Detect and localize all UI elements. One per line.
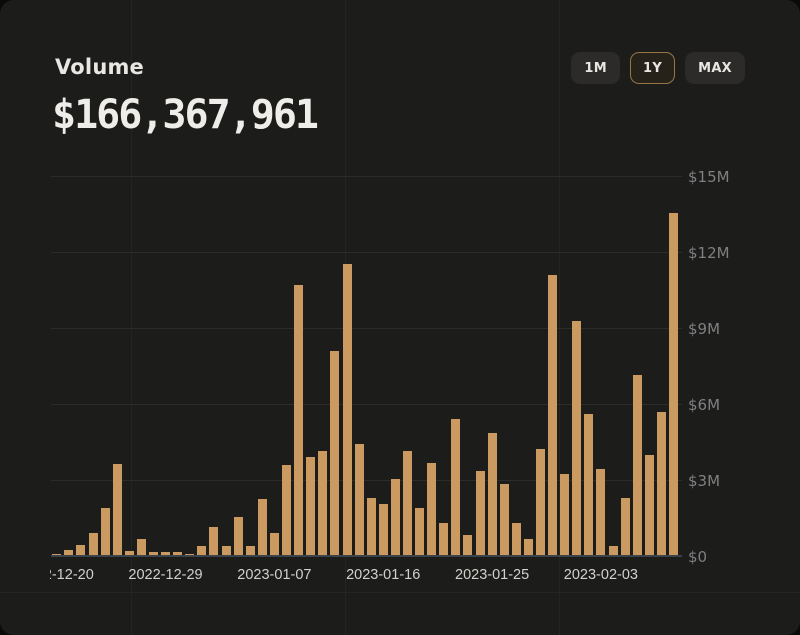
y-axis-label: $3M xyxy=(688,472,720,490)
volume-bar[interactable] xyxy=(113,464,122,555)
range-button-1y[interactable]: 1Y xyxy=(630,52,675,84)
volume-bar[interactable] xyxy=(427,463,436,555)
volume-bar[interactable] xyxy=(488,433,497,555)
volume-bar[interactable] xyxy=(560,474,569,555)
volume-bar[interactable] xyxy=(125,551,134,555)
volume-bar[interactable] xyxy=(391,479,400,555)
volume-bar[interactable] xyxy=(234,517,243,555)
volume-bar[interactable] xyxy=(572,321,581,555)
volume-bar[interactable] xyxy=(439,523,448,555)
y-axis-label: $12M xyxy=(688,244,730,262)
h-gridline xyxy=(51,328,682,329)
volume-bar[interactable] xyxy=(584,414,593,555)
y-axis-label: $9M xyxy=(688,320,720,338)
x-axis-label: 2023-01-16 xyxy=(346,567,420,583)
volume-bar[interactable] xyxy=(161,552,170,555)
volume-bar[interactable] xyxy=(282,465,291,555)
h-gridline xyxy=(51,176,682,177)
volume-card: Volume $166,367,961 1M 1Y MAX $0 $3M $6M $9… xyxy=(0,0,800,635)
volume-bar[interactable] xyxy=(76,545,85,555)
volume-bar[interactable] xyxy=(64,550,73,555)
volume-bar[interactable] xyxy=(669,213,678,555)
volume-bar[interactable] xyxy=(89,533,98,555)
volume-bar[interactable] xyxy=(185,554,194,555)
volume-bar[interactable] xyxy=(536,449,545,555)
volume-bar[interactable] xyxy=(306,457,315,555)
x-axis-label: 2023-02-03 xyxy=(564,567,638,583)
volume-bar[interactable] xyxy=(258,499,267,555)
volume-bar[interactable] xyxy=(270,533,279,555)
volume-bar[interactable] xyxy=(403,451,412,555)
y-axis-label: $6M xyxy=(688,396,720,414)
volume-bar[interactable] xyxy=(209,527,218,555)
range-button-1m[interactable]: 1M xyxy=(571,52,620,84)
volume-bar[interactable] xyxy=(596,469,605,555)
h-gridline xyxy=(51,252,682,253)
volume-bar-chart[interactable]: $0 $3M $6M $9M $12M $15M 2022-12-20 2022-12-29 2… xyxy=(50,160,760,600)
volume-bar[interactable] xyxy=(451,419,460,555)
volume-bar[interactable] xyxy=(379,504,388,555)
volume-bar[interactable] xyxy=(137,539,146,555)
volume-bar[interactable] xyxy=(609,546,618,555)
volume-bar[interactable] xyxy=(330,351,339,555)
y-axis-label: $15M xyxy=(688,168,730,186)
volume-bar[interactable] xyxy=(294,285,303,555)
volume-bar[interactable] xyxy=(512,523,521,555)
volume-bar[interactable] xyxy=(101,508,110,555)
volume-bar[interactable] xyxy=(548,275,557,555)
volume-bar[interactable] xyxy=(367,498,376,555)
x-axis-label: 2023-01-25 xyxy=(455,567,529,583)
volume-bar[interactable] xyxy=(415,508,424,555)
h-gridline xyxy=(51,404,682,405)
volume-bar[interactable] xyxy=(463,535,472,555)
y-axis-label: $0 xyxy=(688,548,707,566)
volume-bar[interactable] xyxy=(149,552,158,555)
range-selector: 1M 1Y MAX xyxy=(571,52,745,84)
volume-bar[interactable] xyxy=(318,451,327,555)
x-axis-label: 2022-12-29 xyxy=(128,567,202,583)
volume-bar[interactable] xyxy=(621,498,630,555)
x-axis-label: 2022-12-20 xyxy=(50,567,94,583)
volume-bar[interactable] xyxy=(343,264,352,555)
range-button-max[interactable]: MAX xyxy=(685,52,745,84)
x-axis-label: 2023-01-07 xyxy=(237,567,311,583)
volume-bar[interactable] xyxy=(355,444,364,555)
volume-bar[interactable] xyxy=(524,539,533,555)
volume-bar[interactable] xyxy=(173,552,182,555)
volume-bar[interactable] xyxy=(246,546,255,555)
volume-bar[interactable] xyxy=(645,455,654,555)
page: { "card": { "title": "Volume", "amount":… xyxy=(0,0,800,635)
volume-bar[interactable] xyxy=(633,375,642,555)
volume-bar[interactable] xyxy=(222,546,231,555)
volume-bar[interactable] xyxy=(500,484,509,555)
volume-bar[interactable] xyxy=(52,554,61,555)
total-volume-amount: $166,367,961 xyxy=(52,92,317,138)
volume-bar[interactable] xyxy=(197,546,206,555)
volume-bar[interactable] xyxy=(657,412,666,555)
x-axis-baseline xyxy=(51,555,682,557)
chart-title: Volume xyxy=(55,55,144,79)
volume-bar[interactable] xyxy=(476,471,485,555)
